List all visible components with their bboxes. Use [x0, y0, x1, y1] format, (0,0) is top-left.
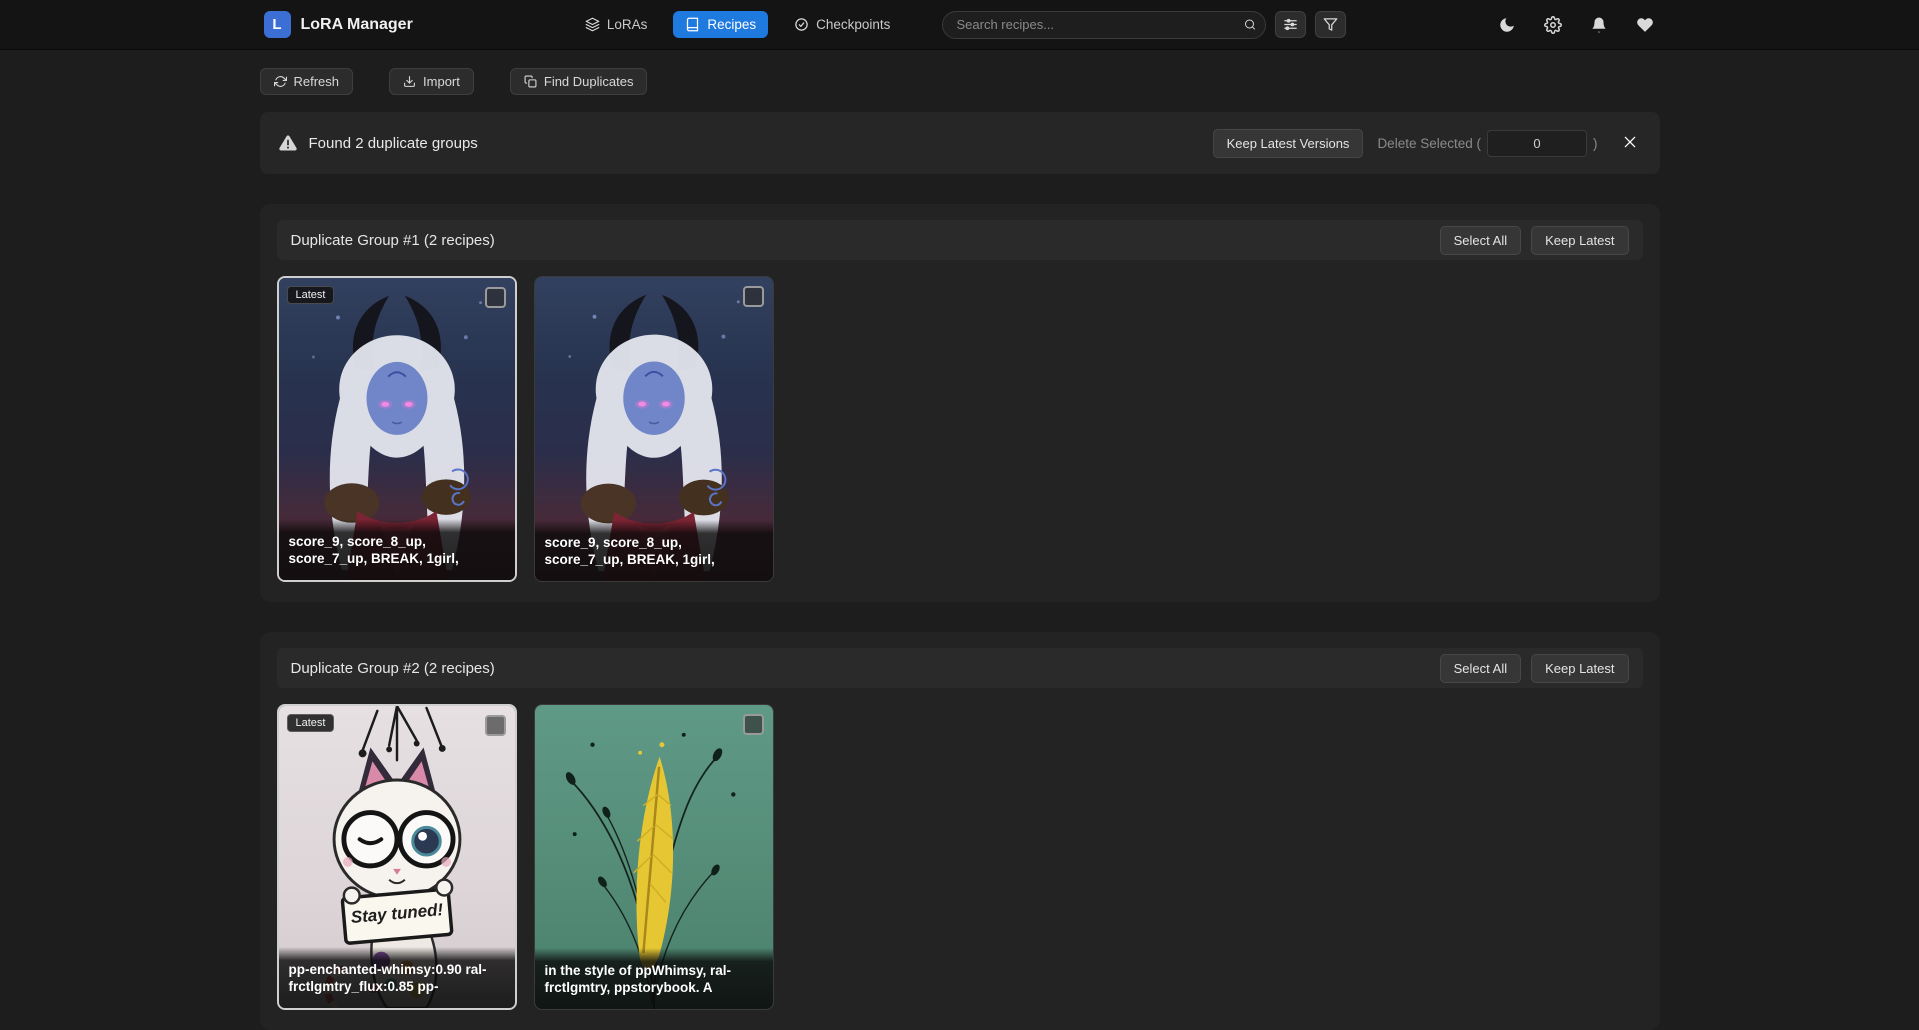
recipe-caption: in the style of ppWhimsy, ral-frctlgmtry…: [535, 948, 773, 1009]
nav-tab-loras[interactable]: LoRAs: [573, 11, 660, 38]
bell-icon: [1590, 16, 1608, 34]
gear-icon: [1544, 16, 1562, 34]
notifications-button[interactable]: [1588, 14, 1610, 36]
group-1-actions: Select All Keep Latest: [1440, 226, 1629, 255]
find-duplicates-button[interactable]: Find Duplicates: [510, 68, 648, 95]
recipe-caption: score_9, score_8_up, score_7_up, BREAK, …: [279, 519, 515, 580]
theme-toggle-button[interactable]: [1496, 14, 1518, 36]
recipe-card[interactable]: score_9, score_8_up, score_7_up, BREAK, …: [534, 276, 774, 582]
group-2-cards: Stay tuned! Latest pp-enchanted-whimsy:0…: [277, 704, 1643, 1010]
recipe-select-checkbox[interactable]: [743, 714, 764, 735]
navbar-icon-group: [1496, 14, 1656, 36]
delete-count-input[interactable]: [1487, 130, 1587, 157]
latest-badge: Latest: [287, 286, 335, 304]
keep-latest-versions-button[interactable]: Keep Latest Versions: [1213, 129, 1364, 158]
import-button[interactable]: Import: [389, 68, 474, 95]
heart-icon: [1636, 16, 1654, 34]
recipe-caption: score_9, score_8_up, score_7_up, BREAK, …: [535, 520, 773, 581]
layers-icon: [585, 17, 600, 32]
moon-icon: [1498, 16, 1516, 34]
settings-button[interactable]: [1542, 14, 1564, 36]
group-1-title: Duplicate Group #1 (2 recipes): [291, 232, 495, 249]
app-title: LoRA Manager: [301, 16, 413, 34]
group-1-keep-latest-button[interactable]: Keep Latest: [1531, 226, 1628, 255]
nav-tab-checkpoints[interactable]: Checkpoints: [782, 11, 902, 38]
group-1-select-all-button[interactable]: Select All: [1440, 226, 1521, 255]
recipe-select-checkbox[interactable]: [485, 715, 506, 736]
main-nav: LoRAs Recipes Checkpoints: [573, 11, 903, 38]
search-button[interactable]: [1238, 13, 1262, 37]
sliders-icon: [1283, 17, 1298, 32]
banner-close-button[interactable]: [1618, 130, 1642, 157]
copy-icon: [524, 75, 537, 88]
recipe-caption: pp-enchanted-whimsy:0.90 ral-frctlgmtry_…: [279, 947, 515, 1008]
banner-message: Found 2 duplicate groups: [309, 135, 478, 152]
funnel-icon: [1323, 17, 1338, 32]
app-logo: L: [264, 11, 291, 38]
duplicate-group-1: Duplicate Group #1 (2 recipes) Select Al…: [260, 204, 1660, 602]
refresh-icon: [274, 75, 287, 88]
group-2-keep-latest-button[interactable]: Keep Latest: [1531, 654, 1628, 683]
banner-actions: Keep Latest Versions Delete Selected ( ): [1213, 129, 1642, 158]
recipe-select-checkbox[interactable]: [743, 286, 764, 307]
book-icon: [685, 17, 700, 32]
nav-tab-recipes[interactable]: Recipes: [673, 11, 768, 38]
logo-letter: L: [272, 16, 281, 33]
nav-tab-label: Recipes: [707, 17, 756, 32]
recipes-toolbar: Refresh Import Find Duplicates: [260, 68, 1660, 95]
delete-selected-label: Delete Selected (: [1377, 136, 1481, 151]
duplicate-group-2: Duplicate Group #2 (2 recipes) Select Al…: [260, 632, 1660, 1030]
refresh-label: Refresh: [294, 74, 340, 89]
recipe-select-checkbox[interactable]: [485, 287, 506, 308]
duplicates-banner: Found 2 duplicate groups Keep Latest Ver…: [260, 112, 1660, 174]
import-label: Import: [423, 74, 460, 89]
delete-selected-label-close: ): [1593, 136, 1598, 151]
latest-badge: Latest: [287, 714, 335, 732]
banner-message-group: Found 2 duplicate groups: [278, 133, 478, 153]
filter-button[interactable]: [1315, 11, 1346, 38]
main-content: Refresh Import Find Duplicates: [260, 68, 1660, 1030]
top-navbar: L LoRA Manager LoRAs Recipes: [0, 0, 1919, 50]
search-input[interactable]: [942, 11, 1266, 39]
sort-options-button[interactable]: [1275, 11, 1306, 38]
group-2-select-all-button[interactable]: Select All: [1440, 654, 1521, 683]
nav-tab-label: LoRAs: [607, 17, 648, 32]
favorites-button[interactable]: [1634, 14, 1656, 36]
nav-tab-label: Checkpoints: [816, 17, 890, 32]
refresh-button[interactable]: Refresh: [260, 68, 354, 95]
check-circle-icon: [794, 17, 809, 32]
warning-icon: [278, 133, 298, 153]
app-brand: L LoRA Manager: [264, 11, 413, 38]
group-2-actions: Select All Keep Latest: [1440, 654, 1629, 683]
close-icon: [1622, 134, 1638, 150]
import-icon: [403, 75, 416, 88]
recipe-card[interactable]: Stay tuned! Latest pp-enchanted-whimsy:0…: [277, 704, 517, 1010]
recipe-card[interactable]: Latest score_9, score_8_up, score_7_up, …: [277, 276, 517, 582]
group-2-header: Duplicate Group #2 (2 recipes) Select Al…: [277, 648, 1643, 688]
recipe-card[interactable]: in the style of ppWhimsy, ral-frctlgmtry…: [534, 704, 774, 1010]
group-1-cards: Latest score_9, score_8_up, score_7_up, …: [277, 276, 1643, 582]
search-area: [942, 11, 1346, 39]
group-1-header: Duplicate Group #1 (2 recipes) Select Al…: [277, 220, 1643, 260]
search-container: [942, 11, 1266, 39]
find-duplicates-label: Find Duplicates: [544, 74, 634, 89]
search-icon: [1244, 17, 1256, 32]
group-2-title: Duplicate Group #2 (2 recipes): [291, 660, 495, 677]
delete-selected-group: Delete Selected ( ): [1377, 130, 1597, 157]
